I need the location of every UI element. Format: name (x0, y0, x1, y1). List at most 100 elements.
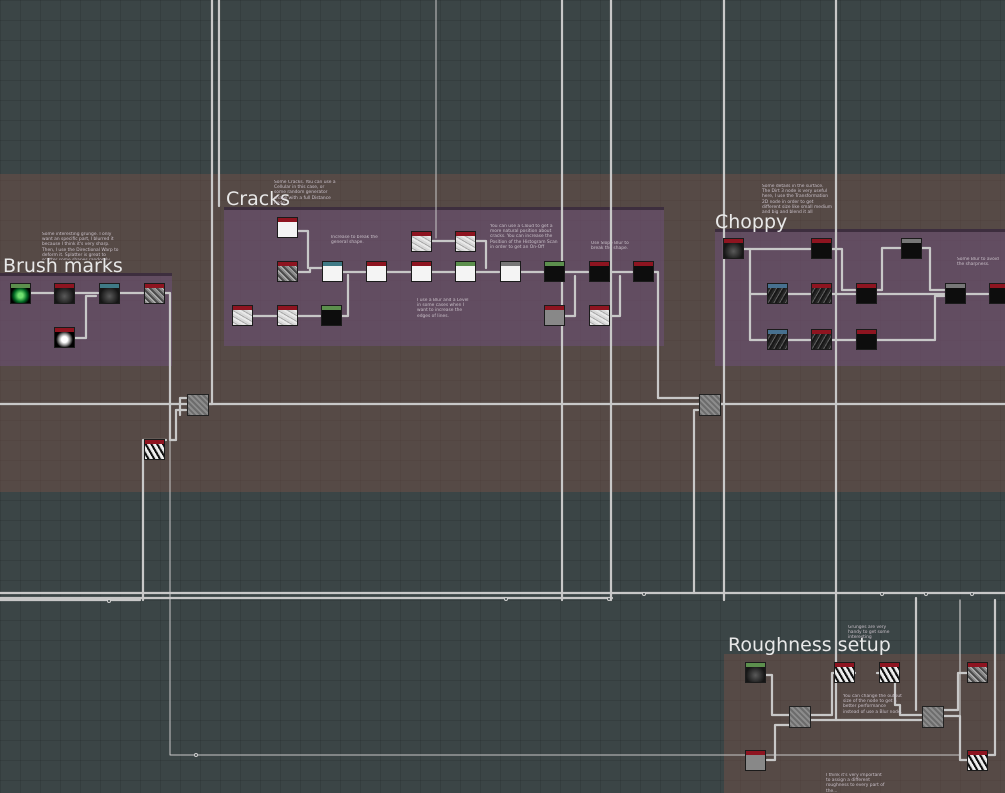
node-cr-warp[interactable] (411, 261, 432, 282)
node-thumbnail (968, 755, 987, 770)
node-ch-transform-1[interactable] (811, 238, 832, 259)
connection-wire (474, 239, 488, 270)
node-ch-blend-1[interactable] (856, 283, 877, 304)
comment-roughness-grunge[interactable]: Grunges are very handy to get some inter… (848, 625, 894, 641)
comment-cracks-shape[interactable]: Increase to break the general shape. (331, 235, 379, 247)
node-cr-histogram-scan[interactable] (544, 261, 565, 282)
node-thumbnail (857, 288, 876, 303)
node-rs-grunge-4[interactable] (967, 662, 988, 683)
reroute-dot[interactable] (607, 597, 611, 601)
node-bm-directional-warp[interactable] (99, 283, 120, 304)
node-rs-uniform-color[interactable] (745, 750, 766, 771)
node-cr-grunge[interactable] (589, 305, 610, 326)
node-thumbnail (278, 310, 297, 325)
node-thumbnail (590, 310, 609, 325)
node-thumbnail (724, 243, 743, 258)
connection-wire (692, 408, 700, 595)
node-cr-cloud-1[interactable] (411, 231, 432, 252)
node-rs-mask[interactable] (967, 750, 988, 771)
connection-wire (941, 714, 969, 762)
node-cr-levels-3[interactable] (321, 305, 342, 326)
node-thumbnail (812, 243, 831, 258)
node-thumbnail (55, 332, 74, 347)
node-ch-levels-1[interactable] (811, 283, 832, 304)
node-cr-uniform-color[interactable] (544, 305, 565, 326)
node-thumbnail (323, 266, 342, 281)
reroute-dot[interactable] (107, 599, 111, 603)
node-bm-blur[interactable] (54, 283, 75, 304)
reroute-dot[interactable] (642, 592, 646, 596)
node-thumbnail (923, 707, 943, 727)
node-cr-blend-1[interactable] (455, 261, 476, 282)
node-thumbnail (946, 288, 965, 303)
node-rs-grunge-1[interactable] (745, 662, 766, 683)
comment-choppy[interactable]: Some details in the surface. The Dirt 3 … (762, 184, 832, 214)
node-thumbnail (456, 236, 475, 251)
node-cr-cloud-3[interactable] (232, 305, 253, 326)
comment-roughness-blend[interactable]: You can change the output size of the no… (843, 694, 903, 716)
node-ch-dirt[interactable] (723, 238, 744, 259)
node-thumbnail (634, 266, 653, 281)
connection-wire (764, 673, 791, 717)
connection-wire (986, 598, 997, 757)
connection-wire (296, 229, 310, 270)
node-ch-transform-2[interactable] (767, 283, 788, 304)
node-thumbnail (700, 395, 720, 415)
node-mid-blend-1[interactable] (187, 394, 209, 416)
node-cr-blur[interactable] (277, 305, 298, 326)
node-mid-blend-2[interactable] (699, 394, 721, 416)
node-graph-canvas[interactable]: Brush marks Cracks Choppy Roughness setu… (0, 0, 1005, 793)
node-rs-grunge-2[interactable] (834, 662, 855, 683)
node-thumbnail (55, 288, 74, 303)
reroute-dot[interactable] (194, 753, 198, 757)
comment-brush-marks[interactable]: Some interesting grunge. I only want an … (42, 232, 122, 260)
node-thumbnail (545, 266, 564, 281)
node-cr-levels-2[interactable] (633, 261, 654, 282)
reroute-dot[interactable] (970, 592, 974, 596)
node-thumbnail (188, 395, 208, 415)
node-ch-blur[interactable] (945, 283, 966, 304)
node-thumbnail (278, 222, 297, 237)
node-rs-grunge-3[interactable] (879, 662, 900, 683)
node-cr-slope-blur[interactable] (589, 261, 610, 282)
node-thumbnail (412, 236, 431, 251)
node-ch-transform-3[interactable] (767, 329, 788, 350)
connection-wire (920, 246, 946, 292)
node-mid-mask[interactable] (144, 439, 165, 460)
comment-cracks-slope[interactable]: Use Slope Blur to break the shape. (591, 241, 639, 253)
node-thumbnail (768, 334, 787, 349)
node-thumbnail (968, 667, 987, 682)
reroute-dot[interactable] (924, 592, 928, 596)
node-ch-blend-3[interactable] (901, 238, 922, 259)
node-thumbnail (145, 444, 164, 459)
reroute-dot[interactable] (880, 592, 884, 596)
node-ch-blend-2[interactable] (856, 329, 877, 350)
node-thumbnail (545, 310, 564, 325)
connection-wire (786, 292, 812, 342)
node-rs-blend-1[interactable] (789, 706, 811, 728)
comment-roughness-bottom[interactable]: I think it's very important to assign a … (826, 773, 886, 793)
node-cr-cloud-2[interactable] (455, 231, 476, 252)
node-bm-grunge[interactable] (10, 283, 31, 304)
comment-cracks-cloud[interactable]: You can use a Cloud to get a more natura… (490, 224, 562, 250)
reroute-dot[interactable] (504, 597, 508, 601)
comment-cracks-levels[interactable]: I use a Blur and a Level in some cases w… (417, 298, 469, 320)
node-cr-cellular[interactable] (277, 217, 298, 238)
node-ch-output[interactable] (989, 283, 1005, 304)
frame-title-choppy: Choppy (715, 211, 788, 233)
node-cr-noise[interactable] (277, 261, 298, 282)
comment-cracks[interactable]: Some Cracks. You can use a Cellular in t… (274, 180, 336, 208)
node-thumbnail (880, 667, 899, 682)
connection-wire (875, 246, 902, 292)
node-cr-levels-1[interactable] (366, 261, 387, 282)
comment-choppy-blur[interactable]: Some Blur to avoid the sharpness. (957, 257, 1005, 269)
node-rs-blend-2[interactable] (922, 706, 944, 728)
node-cr-blend-2[interactable] (500, 261, 521, 282)
node-bm-shape[interactable] (54, 327, 75, 348)
node-bm-splatter[interactable] (144, 283, 165, 304)
connection-wire (563, 274, 577, 318)
node-cr-distance[interactable] (322, 261, 343, 282)
node-ch-levels-2[interactable] (811, 329, 832, 350)
node-thumbnail (412, 266, 431, 281)
node-thumbnail (902, 243, 921, 258)
